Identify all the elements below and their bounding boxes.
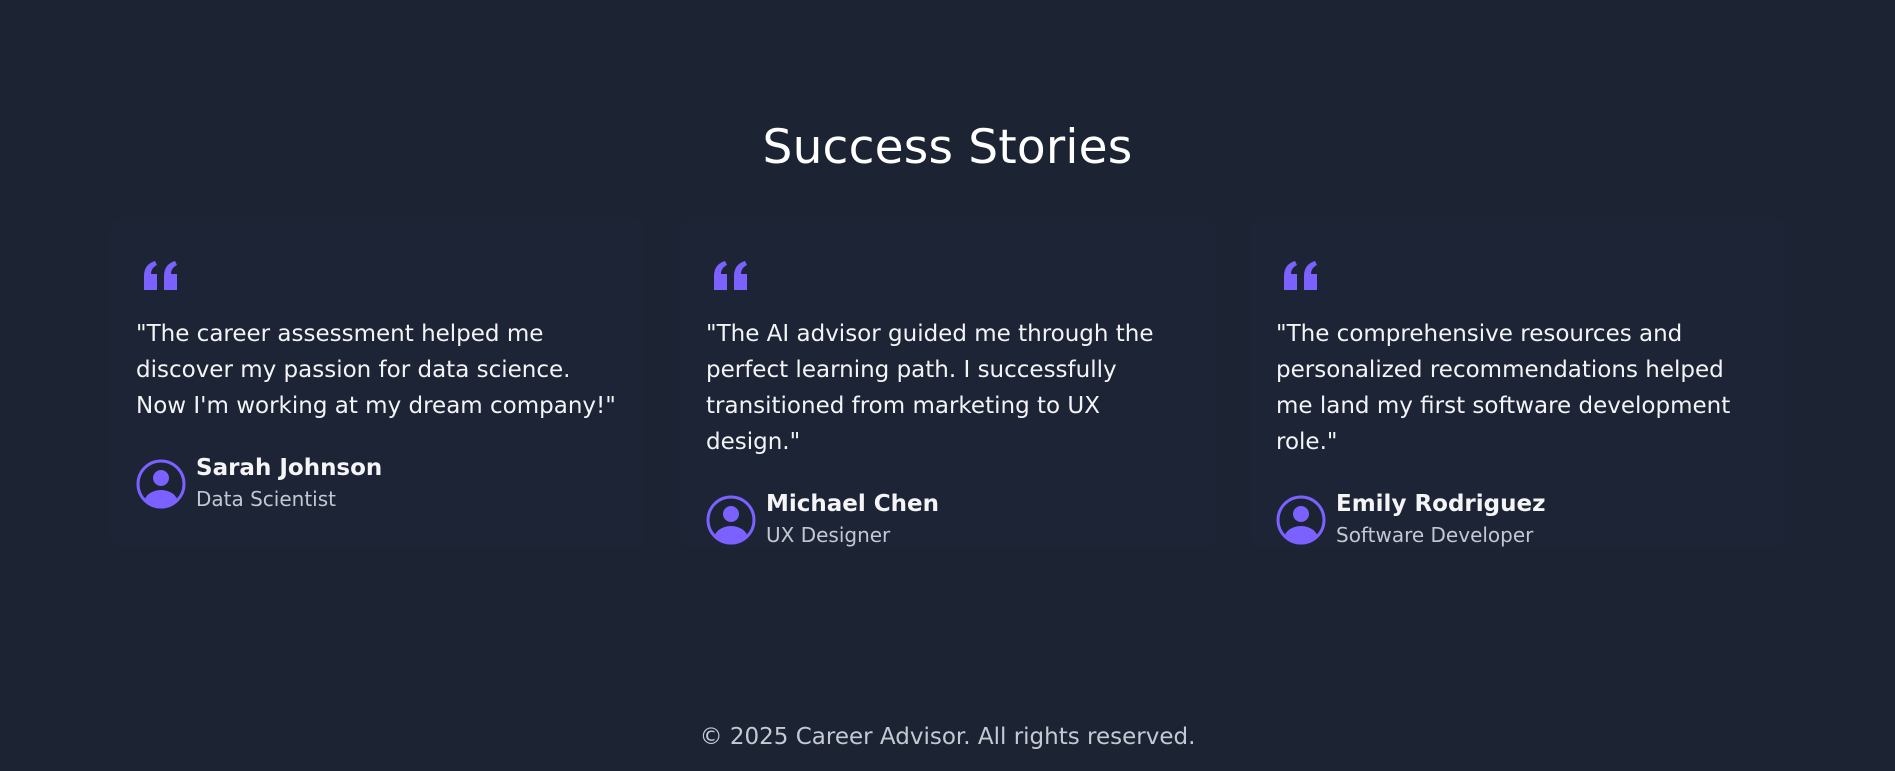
user-avatar-icon [136,459,186,508]
user-avatar-icon [1276,495,1326,544]
author-name: Michael Chen [766,491,940,517]
quote-icon [714,261,747,290]
testimonial-card: "The comprehensive resources and persona… [1250,218,1785,548]
footer-copyright: © 2025 Career Advisor. All rights reserv… [699,724,1196,750]
author-name: Emily Rodriguez [1336,491,1546,517]
testimonial-quote: "The AI advisor guided me through the pe… [706,321,1154,455]
author-name: Sarah Johnson [196,455,383,481]
user-avatar-icon [706,495,756,544]
testimonial-card: "The career assessment helped me discove… [110,218,645,548]
author-info: Emily Rodriguez Software Developer [1336,490,1545,549]
quote-icon [144,261,177,290]
testimonial-card: "The AI advisor guided me through the pe… [680,218,1215,548]
author-role: UX Designer [766,523,891,547]
testimonial-author: Sarah Johnson Data Scientist [136,454,619,513]
testimonial-quote: "The career assessment helped me discove… [136,321,616,419]
section-title: Success Stories [762,120,1133,175]
testimonial-author: Emily Rodriguez Software Developer [1276,490,1759,549]
testimonials-grid: "The career assessment helped me discove… [110,218,1785,548]
testimonial-author: Michael Chen UX Designer [706,490,1189,549]
author-info: Michael Chen UX Designer [766,490,939,549]
author-role: Data Scientist [196,487,336,511]
quote-icon [1284,261,1317,290]
testimonial-quote: "The comprehensive resources and persona… [1276,321,1731,455]
author-role: Software Developer [1336,523,1534,547]
author-info: Sarah Johnson Data Scientist [196,454,382,513]
